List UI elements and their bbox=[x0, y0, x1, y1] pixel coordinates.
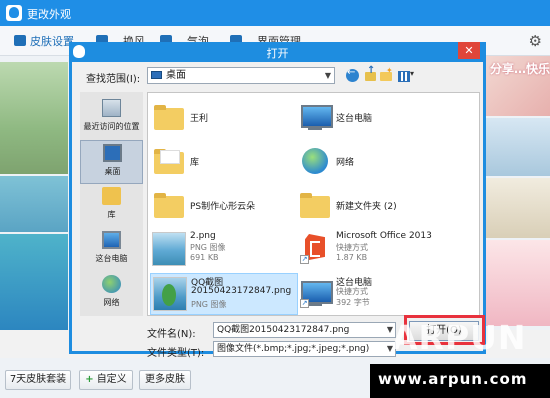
shortcut-arrow-icon: ↗ bbox=[300, 255, 309, 264]
list-item[interactable]: PS制作心形云朵 bbox=[150, 185, 310, 227]
folder-icon bbox=[152, 100, 186, 134]
view-menu-icon[interactable] bbox=[398, 69, 417, 82]
seven-day-skin-button[interactable]: 7天皮肤套装 bbox=[5, 370, 71, 390]
file-type-label: 文件类型(T): bbox=[147, 348, 205, 359]
dialog-title: 打开 bbox=[266, 47, 289, 60]
list-item[interactable]: 这台电脑 bbox=[296, 97, 456, 139]
recent-places-icon bbox=[102, 99, 121, 117]
skin-thumbnail[interactable] bbox=[486, 118, 550, 176]
place-library[interactable]: 库 bbox=[80, 184, 143, 228]
chevron-down-icon: ▼ bbox=[324, 71, 331, 80]
skin-thumbnail[interactable]: 分享…快乐 bbox=[486, 56, 550, 116]
folder-icon bbox=[298, 188, 332, 222]
list-item[interactable]: ↗ 这台电脑 快捷方式 392 字节 bbox=[296, 273, 456, 315]
place-desktop[interactable]: 桌面 bbox=[80, 140, 143, 184]
file-name-input[interactable]: QQ截图20150423172847.png ▼ bbox=[213, 322, 396, 338]
list-item[interactable]: 网络 bbox=[296, 141, 456, 183]
file-type-select[interactable]: 图像文件(*.bmp;*.jpg;*.jpeg;*.png) ▼ bbox=[213, 341, 396, 357]
dialog-title-bar: 打开 ✕ bbox=[69, 42, 486, 61]
skin-thumbnail[interactable] bbox=[0, 176, 68, 232]
new-folder-icon[interactable] bbox=[380, 66, 393, 82]
look-in-label: 查找范围(I): bbox=[86, 74, 141, 85]
file-name-label: 文件名(N): bbox=[147, 329, 196, 340]
shortcut-arrow-icon: ↗ bbox=[300, 299, 309, 308]
skin-thumbnail[interactable] bbox=[486, 240, 550, 326]
dialog-body: 查找范围(I): 桌面 ▼ 最近访问的位置 桌面 库 这 bbox=[72, 62, 485, 359]
plus-icon: + bbox=[85, 374, 94, 385]
up-folder-icon[interactable] bbox=[364, 65, 377, 82]
image-thumbnail-icon bbox=[153, 277, 187, 311]
folder-icon bbox=[152, 188, 186, 222]
more-skins-button[interactable]: 更多皮肤 bbox=[139, 370, 191, 390]
tab-skin-settings[interactable]: 皮肤设置 bbox=[14, 33, 74, 49]
office-icon: ↗ bbox=[298, 232, 332, 266]
network-globe-icon bbox=[298, 144, 332, 178]
list-item[interactable]: 新建文件夹 (2) bbox=[296, 185, 456, 227]
outer-title-bar: 更改外观 bbox=[0, 0, 550, 26]
outer-window-title: 更改外观 bbox=[27, 8, 71, 21]
skin-thumbnail-text: 分享…快乐 bbox=[490, 62, 550, 76]
desktop-icon bbox=[151, 71, 162, 79]
desktop-icon bbox=[103, 144, 122, 162]
list-item[interactable]: 王利 bbox=[150, 97, 310, 139]
computer-icon bbox=[298, 100, 333, 134]
library-folder-icon bbox=[152, 144, 186, 178]
close-button[interactable]: ✕ bbox=[458, 42, 480, 59]
watermark-url: www.arpun.com bbox=[378, 370, 528, 388]
place-network[interactable]: 网络 bbox=[80, 272, 143, 316]
list-item-selected[interactable]: QQ截图 20150423172847.png PNG 图像 bbox=[150, 273, 298, 315]
image-thumbnail-icon bbox=[152, 232, 186, 266]
skin-thumbnail[interactable] bbox=[0, 62, 68, 174]
place-recent[interactable]: 最近访问的位置 bbox=[80, 96, 143, 140]
computer-icon bbox=[102, 231, 121, 249]
skin-thumbnail[interactable] bbox=[486, 178, 550, 238]
place-this-pc[interactable]: 这台电脑 bbox=[80, 228, 143, 272]
shirt-icon bbox=[14, 35, 26, 46]
network-icon bbox=[102, 275, 121, 293]
gear-icon[interactable]: ⚙ bbox=[529, 32, 542, 50]
qq-app-icon bbox=[6, 5, 22, 21]
list-item[interactable]: ↗ Microsoft Office 2013 快捷方式 1.87 KB bbox=[296, 229, 456, 271]
library-icon bbox=[102, 187, 121, 205]
back-icon[interactable] bbox=[346, 67, 359, 82]
computer-icon: ↗ bbox=[298, 276, 333, 310]
list-item[interactable]: 库 bbox=[150, 141, 310, 183]
look-in-select[interactable]: 桌面 ▼ bbox=[147, 67, 335, 84]
file-list: 王利 库 PS制作心形云朵 2.png PNG 图像 691 KB QQ截图 2… bbox=[147, 92, 480, 316]
watermark-brand: ARPUN bbox=[392, 318, 527, 357]
places-bar: 最近访问的位置 桌面 库 这台电脑 网络 bbox=[80, 92, 143, 316]
open-file-dialog: 打开 ✕ 查找范围(I): 桌面 ▼ 最近访问的位置 桌面 库 bbox=[69, 42, 486, 359]
skin-thumbnail[interactable] bbox=[0, 234, 68, 330]
list-item[interactable]: 2.png PNG 图像 691 KB bbox=[150, 229, 310, 271]
custom-skin-button[interactable]: + 自定义 bbox=[79, 370, 133, 390]
